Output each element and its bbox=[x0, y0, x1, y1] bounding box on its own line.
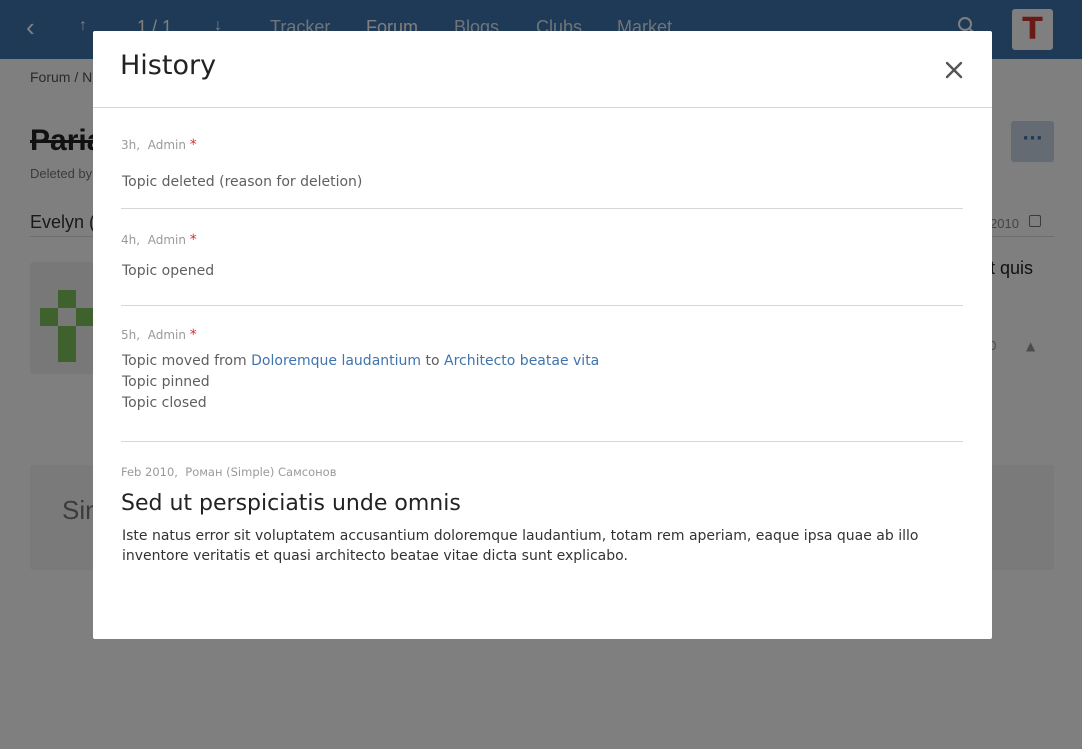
entry-change: Topic deleted (reason for deletion) bbox=[122, 174, 363, 190]
entry-user[interactable]: Admin bbox=[148, 138, 186, 152]
entry-time: 5h bbox=[121, 328, 137, 342]
entry-user[interactable]: Admin bbox=[148, 233, 186, 247]
move-prefix: Topic moved from bbox=[122, 353, 247, 369]
entry-meta: 4h, Admin * bbox=[121, 232, 197, 248]
admin-marker: * bbox=[189, 232, 197, 248]
to-forum-link[interactable]: Architecto beatae vita bbox=[444, 353, 599, 369]
move-joiner: to bbox=[425, 353, 440, 369]
admin-marker: * bbox=[189, 327, 197, 343]
history-entry: 3h, Admin * Topic deleted (reason for de… bbox=[121, 138, 963, 209]
close-icon[interactable] bbox=[941, 57, 967, 83]
history-entry: 5h, Admin * Topic moved from Doloremque … bbox=[121, 328, 963, 442]
entry-meta: 3h, Admin * bbox=[121, 137, 197, 153]
entry-change: Topic closed bbox=[122, 395, 207, 411]
topic-moved-line: Topic moved from Doloremque laudantium t… bbox=[122, 351, 599, 372]
entry-user[interactable]: Admin bbox=[148, 328, 186, 342]
entry-change: Topic pinned bbox=[122, 374, 210, 390]
entry-change: Topic opened bbox=[122, 263, 215, 279]
entry-time: Feb 2010 bbox=[121, 465, 175, 479]
admin-marker: * bbox=[189, 137, 197, 153]
dialog-header: History bbox=[93, 31, 992, 108]
from-forum-link[interactable]: Doloremque laudantium bbox=[251, 353, 421, 369]
entry-meta: 5h, Admin * bbox=[121, 327, 197, 343]
history-dialog: History 3h, Admin * Topic deleted (reaso… bbox=[93, 31, 992, 639]
entry-meta: Feb 2010, Роман (Simple) Самсонов bbox=[121, 465, 337, 479]
original-post-entry: Feb 2010, Роман (Simple) Самсонов Sed ut… bbox=[121, 465, 963, 585]
entry-time: 3h bbox=[121, 138, 137, 152]
entry-user[interactable]: Роман (Simple) Самсонов bbox=[185, 465, 336, 479]
entry-changes: Topic moved from Doloremque laudantium t… bbox=[122, 351, 599, 414]
dialog-title: History bbox=[120, 50, 217, 81]
post-title: Sed ut perspiciatis unde omnis bbox=[121, 491, 461, 516]
history-entry: 4h, Admin * Topic opened bbox=[121, 233, 963, 306]
post-body: Iste natus error sit voluptatem accusant… bbox=[122, 528, 919, 564]
entry-time: 4h bbox=[121, 233, 137, 247]
